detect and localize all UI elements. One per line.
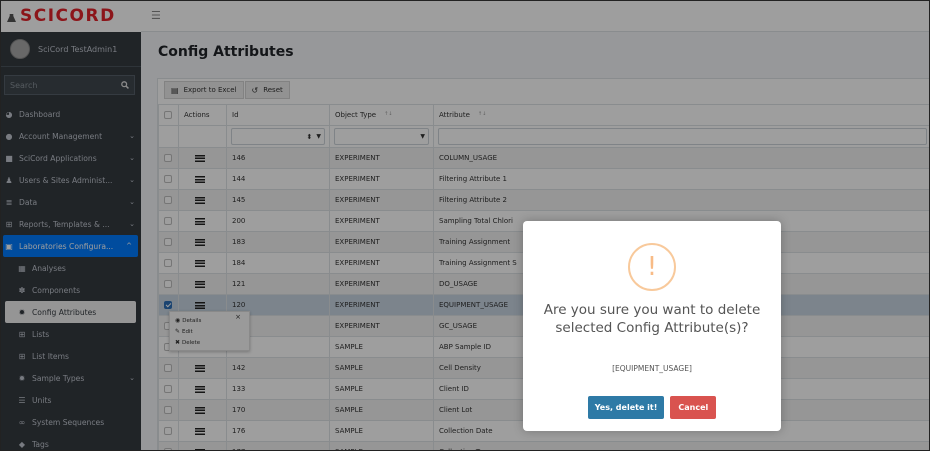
confirm-delete-dialog: ! Are you sure you want to delete select… [523, 221, 781, 431]
dialog-title: Are you sure you want to delete selected… [543, 302, 761, 336]
dialog-text: [EQUIPMENT_USAGE] [612, 364, 692, 373]
modal-backdrop[interactable] [0, 0, 930, 451]
confirm-delete-button[interactable]: Yes, delete it! [587, 396, 665, 419]
warning-icon: ! [628, 243, 676, 291]
dialog-actions: Yes, delete it! Cancel [523, 396, 781, 419]
cancel-button[interactable]: Cancel [670, 396, 717, 419]
warning-glyph: ! [646, 252, 658, 282]
